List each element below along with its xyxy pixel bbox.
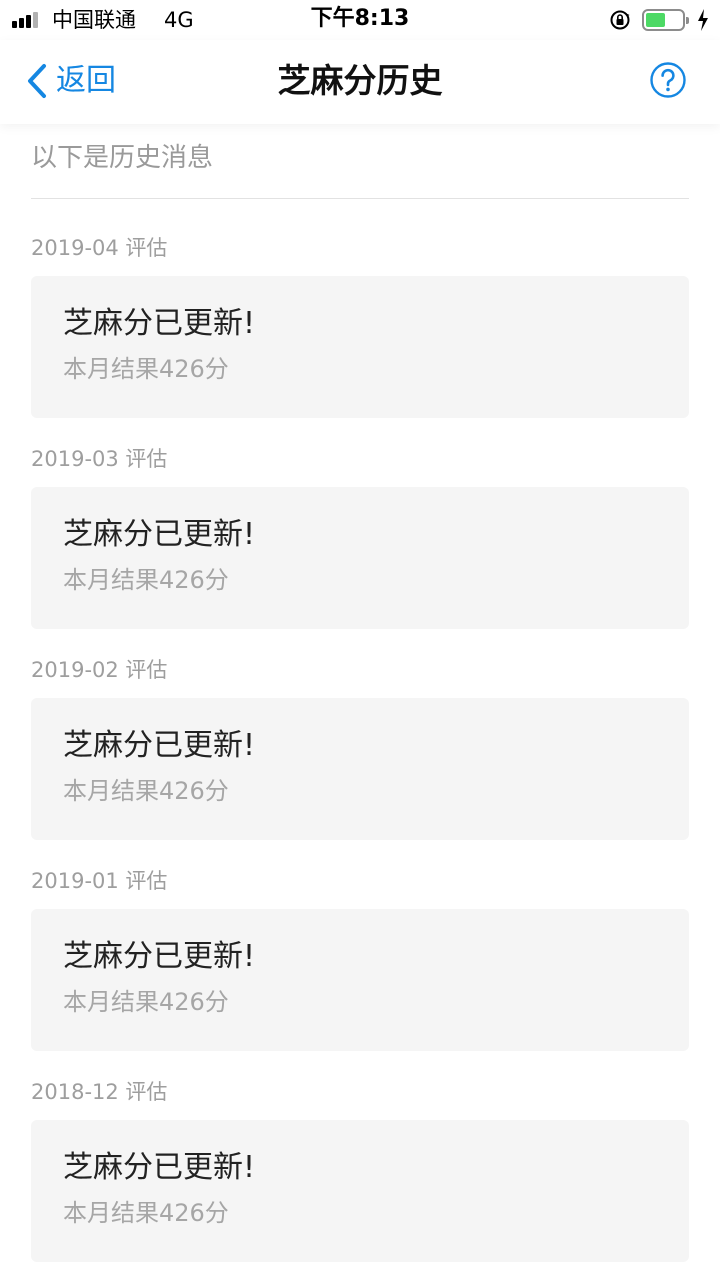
- month-label: 2019-01 评估: [31, 869, 168, 893]
- card-result: 本月结果426分: [63, 355, 229, 383]
- status-bar: 中国联通 4G 下午8:13: [0, 0, 720, 40]
- charging-icon: [698, 9, 708, 31]
- history-content: 以下是历史消息 2019-04 评估 芝麻分已更新! 本月结果426分 2019…: [0, 124, 720, 1283]
- card-title: 芝麻分已更新!: [63, 306, 256, 341]
- card-result: 本月结果426分: [63, 777, 229, 805]
- history-item: 2019-04 评估 芝麻分已更新! 本月结果426分: [0, 228, 720, 439]
- history-card[interactable]: 芝麻分已更新! 本月结果426分: [31, 909, 689, 1051]
- card-title: 芝麻分已更新!: [63, 939, 256, 974]
- month-label: 2019-03 评估: [31, 447, 168, 471]
- history-item: 2018-12 评估 芝麻分已更新! 本月结果426分: [0, 1072, 720, 1283]
- history-item: 2019-02 评估 芝麻分已更新! 本月结果426分: [0, 650, 720, 861]
- page-title: 芝麻分历史: [277, 61, 443, 100]
- history-card[interactable]: 芝麻分已更新! 本月结果426分: [31, 698, 689, 840]
- month-label: 2018-12 评估: [31, 1080, 168, 1104]
- battery-icon: [642, 9, 689, 31]
- card-title: 芝麻分已更新!: [63, 517, 256, 552]
- question-circle-icon[interactable]: [649, 61, 687, 99]
- intro-text: 以下是历史消息: [31, 124, 689, 199]
- history-list: 2019-04 评估 芝麻分已更新! 本月结果426分 2019-03 评估 芝…: [0, 228, 720, 1283]
- card-result: 本月结果426分: [63, 566, 229, 594]
- history-card[interactable]: 芝麻分已更新! 本月结果426分: [31, 487, 689, 629]
- history-item: 2019-03 评估 芝麻分已更新! 本月结果426分: [0, 439, 720, 650]
- card-result: 本月结果426分: [63, 988, 229, 1016]
- card-title: 芝麻分已更新!: [63, 728, 256, 763]
- card-title: 芝麻分已更新!: [63, 1150, 256, 1185]
- card-result: 本月结果426分: [63, 1199, 229, 1227]
- history-card[interactable]: 芝麻分已更新! 本月结果426分: [31, 1120, 689, 1262]
- navigation-bar: 返回 芝麻分历史: [0, 40, 720, 124]
- rotation-lock-icon: [610, 10, 630, 30]
- month-label: 2019-02 评估: [31, 658, 168, 682]
- history-item: 2019-01 评估 芝麻分已更新! 本月结果426分: [0, 861, 720, 1072]
- history-card[interactable]: 芝麻分已更新! 本月结果426分: [31, 276, 689, 418]
- month-label: 2019-04 评估: [31, 236, 168, 260]
